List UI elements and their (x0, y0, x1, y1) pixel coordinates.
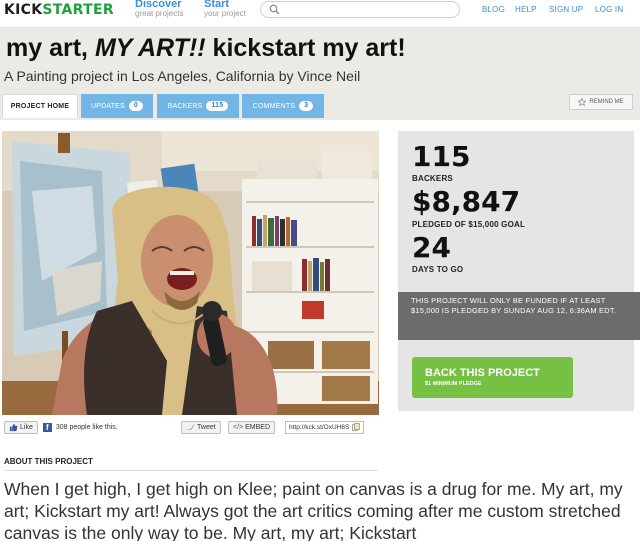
embed-icon: </> (233, 423, 244, 431)
star-icon (578, 98, 587, 106)
backers-count-badge: 115 (206, 101, 229, 111)
about-body-text: When I get high, I get high on Klee; pai… (4, 479, 623, 541)
funding-deadline-note: THIS PROJECT WILL ONLY BE FUNDED IF AT L… (398, 292, 640, 340)
remind-me-label: REMIND ME (589, 99, 624, 105)
tab-updates[interactable]: UPDATES 0 (81, 94, 153, 118)
tab-updates-label: UPDATES (90, 102, 125, 110)
updates-count-badge: 0 (128, 101, 144, 111)
pledged-goal-label: PLEDGED OF $15,000 GOAL (412, 220, 526, 229)
about-divider (4, 470, 378, 471)
back-this-project-label: BACK THIS PROJECT (425, 367, 540, 379)
discover-link[interactable]: Discover great projects (135, 0, 183, 18)
embed-widget: </> EMBED (228, 420, 276, 434)
days-to-go-count: 24 (412, 231, 451, 264)
minimum-pledge-label: $1 MINIMUM PLEDGE (425, 381, 482, 387)
short-url-field[interactable]: http://kck.st/OxUH6S (285, 420, 365, 434)
logo-kick: KICK (4, 2, 43, 18)
search-icon (269, 4, 280, 15)
comments-count-badge: 3 (299, 101, 314, 111)
facebook-icon: f (42, 422, 52, 432)
twitter-icon (186, 424, 195, 431)
days-to-go-label: DAYS TO GO (412, 265, 464, 274)
short-url-widget: http://kck.st/OxUH6S (285, 420, 365, 434)
tab-comments-label: COMMENTS (252, 102, 296, 110)
title-part-1: my art, (6, 34, 95, 62)
blog-link[interactable]: BLOG (482, 5, 505, 14)
about-heading: ABOUT THIS PROJECT (4, 457, 93, 466)
help-link[interactable]: HELP (515, 5, 537, 14)
tab-backers-label: BACKERS (167, 102, 203, 110)
start-sub: your project (204, 9, 246, 18)
pledged-amount: $8,847 (412, 185, 521, 218)
log-in-link[interactable]: LOG IN (595, 5, 623, 14)
backers-label: BACKERS (412, 174, 453, 183)
title-part-2: MY ART!! (94, 34, 206, 62)
tweet-label: Tweet (197, 423, 216, 431)
project-subtitle: A Painting project in Los Angeles, Calif… (4, 68, 361, 84)
discover-sub: great projects (135, 9, 184, 18)
remind-me-button[interactable]: REMIND ME (569, 94, 633, 110)
embed-label: EMBED (245, 423, 271, 431)
like-count-text: 308 people like this. (55, 423, 118, 431)
facebook-like-widget: Like f 308 people like this. (4, 420, 118, 434)
project-title: my art, MY ART!! kickstart my art! (6, 34, 406, 63)
tab-project-home-label: PROJECT HOME (10, 103, 70, 110)
tab-backers[interactable]: BACKERS 115 (157, 94, 239, 118)
tab-comments[interactable]: COMMENTS 3 (242, 94, 324, 118)
top-nav: KICKSTARTER Discover great projects Star… (0, 0, 640, 28)
project-video[interactable] (2, 131, 379, 415)
tweet-button[interactable]: Tweet (181, 420, 221, 434)
sign-up-link[interactable]: SIGN UP (549, 5, 583, 14)
like-label: Like (20, 423, 33, 431)
embed-button[interactable]: </> EMBED (228, 420, 276, 434)
title-part-3: kickstart my art! (205, 34, 406, 62)
facebook-like-icon (9, 423, 18, 431)
tab-project-home[interactable]: PROJECT HOME (2, 94, 78, 118)
short-url-text: http://kck.st/OxUH6S (289, 423, 350, 431)
backers-count: 115 (412, 140, 471, 173)
copy-icon (352, 423, 361, 431)
video-frame-illustration (2, 131, 379, 415)
start-link[interactable]: Start your project (204, 0, 246, 18)
logo-starter: STARTER (42, 2, 114, 18)
search-input[interactable] (260, 1, 460, 18)
kickstarter-logo[interactable]: KICKSTARTER (4, 2, 114, 18)
tweet-widget: Tweet (181, 420, 221, 434)
back-this-project-button[interactable]: BACK THIS PROJECT $1 MINIMUM PLEDGE (412, 357, 573, 398)
facebook-like-button[interactable]: Like (4, 420, 38, 434)
